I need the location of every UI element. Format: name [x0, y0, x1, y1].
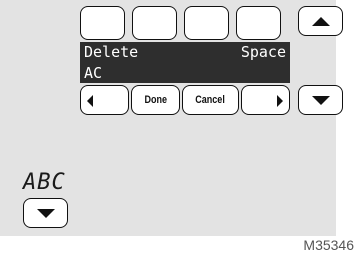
cancel-button[interactable]: Cancel [182, 85, 239, 115]
triangle-left-icon [87, 95, 93, 107]
character-key-2[interactable] [132, 6, 177, 40]
triangle-down-icon [311, 95, 330, 105]
triangle-up-icon [311, 16, 330, 26]
character-key-3[interactable] [184, 6, 229, 40]
triangle-down-icon [36, 208, 55, 218]
mode-down-button[interactable] [23, 198, 68, 228]
cancel-label: Cancel [195, 94, 226, 106]
touchscreen-display: Delete Space AC Done Cancel ABC [0, 0, 343, 236]
delete-key[interactable]: Delete [84, 42, 138, 62]
cursor-right-button[interactable] [241, 85, 290, 115]
entered-text: AC [84, 64, 103, 82]
character-key-1[interactable] [80, 6, 125, 40]
text-entry-field[interactable]: AC [80, 63, 290, 83]
cursor-left-button[interactable] [80, 85, 129, 115]
scroll-down-button[interactable] [298, 85, 343, 115]
space-key[interactable]: Space [241, 42, 286, 62]
done-label: Done [144, 94, 167, 106]
character-key-4[interactable] [236, 6, 281, 40]
command-line: Delete Space [80, 42, 290, 63]
scroll-up-button[interactable] [298, 6, 343, 36]
figure-code: M35346 [303, 237, 354, 253]
done-button[interactable]: Done [131, 85, 180, 115]
character-mode-label: ABC [23, 170, 66, 195]
triangle-right-icon [277, 95, 283, 107]
